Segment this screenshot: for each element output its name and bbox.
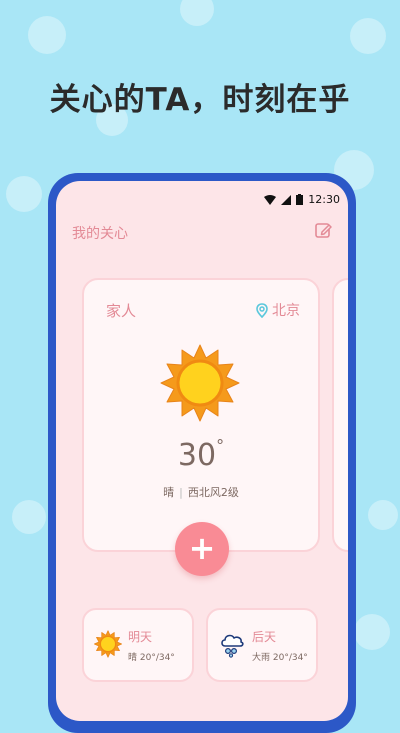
card-label: 家人 <box>106 302 137 320</box>
signal-icon <box>281 194 292 205</box>
wind-text: 西北风2级 <box>187 486 239 499</box>
condition-text: 晴 <box>163 486 175 499</box>
heavy-rain-icon <box>221 634 244 658</box>
background-bubble <box>12 500 46 534</box>
forecast-desc: 晴 20°/34° <box>128 653 175 663</box>
wifi-icon <box>264 194 277 205</box>
weather-card[interactable]: 家人 北京 30° 晴 | 西北风2级 <box>82 278 320 552</box>
weather-description: 晴 | 西北风2级 <box>84 484 318 500</box>
battery-icon <box>296 194 304 205</box>
forecast-card-tomorrow[interactable]: 明天 晴 20°/34° <box>82 608 194 682</box>
next-weather-card[interactable] <box>332 278 348 552</box>
background-bubble <box>180 0 214 26</box>
background-bubble <box>354 614 390 650</box>
promo-headline: 关心的TA，时刻在乎 <box>49 82 351 118</box>
divider: | <box>179 486 183 499</box>
forecast-desc: 大雨 20°/34° <box>252 653 308 663</box>
background-bubble <box>28 16 66 54</box>
current-temperature: 30° <box>84 436 318 473</box>
forecast-day: 后天 <box>252 630 277 644</box>
location-label: 北京 <box>272 303 300 319</box>
location-pin-icon <box>256 302 268 318</box>
background-bubble <box>368 500 398 530</box>
forecast-card-day-after[interactable]: 后天 大雨 20°/34° <box>206 608 318 682</box>
sun-icon <box>160 344 240 422</box>
background-bubble <box>6 176 42 212</box>
sun-icon <box>94 630 122 658</box>
page-title: 我的关心 <box>72 226 128 242</box>
forecast-day: 明天 <box>128 630 153 644</box>
status-bar: 12:30 <box>264 193 340 206</box>
location[interactable]: 北京 <box>256 300 300 320</box>
add-button[interactable]: + <box>175 522 229 576</box>
edit-icon[interactable] <box>314 221 332 239</box>
temperature-value: 30 <box>177 438 217 473</box>
background-bubble <box>350 18 386 54</box>
degree-symbol: ° <box>216 436 225 455</box>
status-time: 12:30 <box>308 193 340 206</box>
phone-screen: 12:30 我的关心 家人 北京 30° 晴 | 西北风2级 + 明天 晴 20… <box>56 181 348 721</box>
